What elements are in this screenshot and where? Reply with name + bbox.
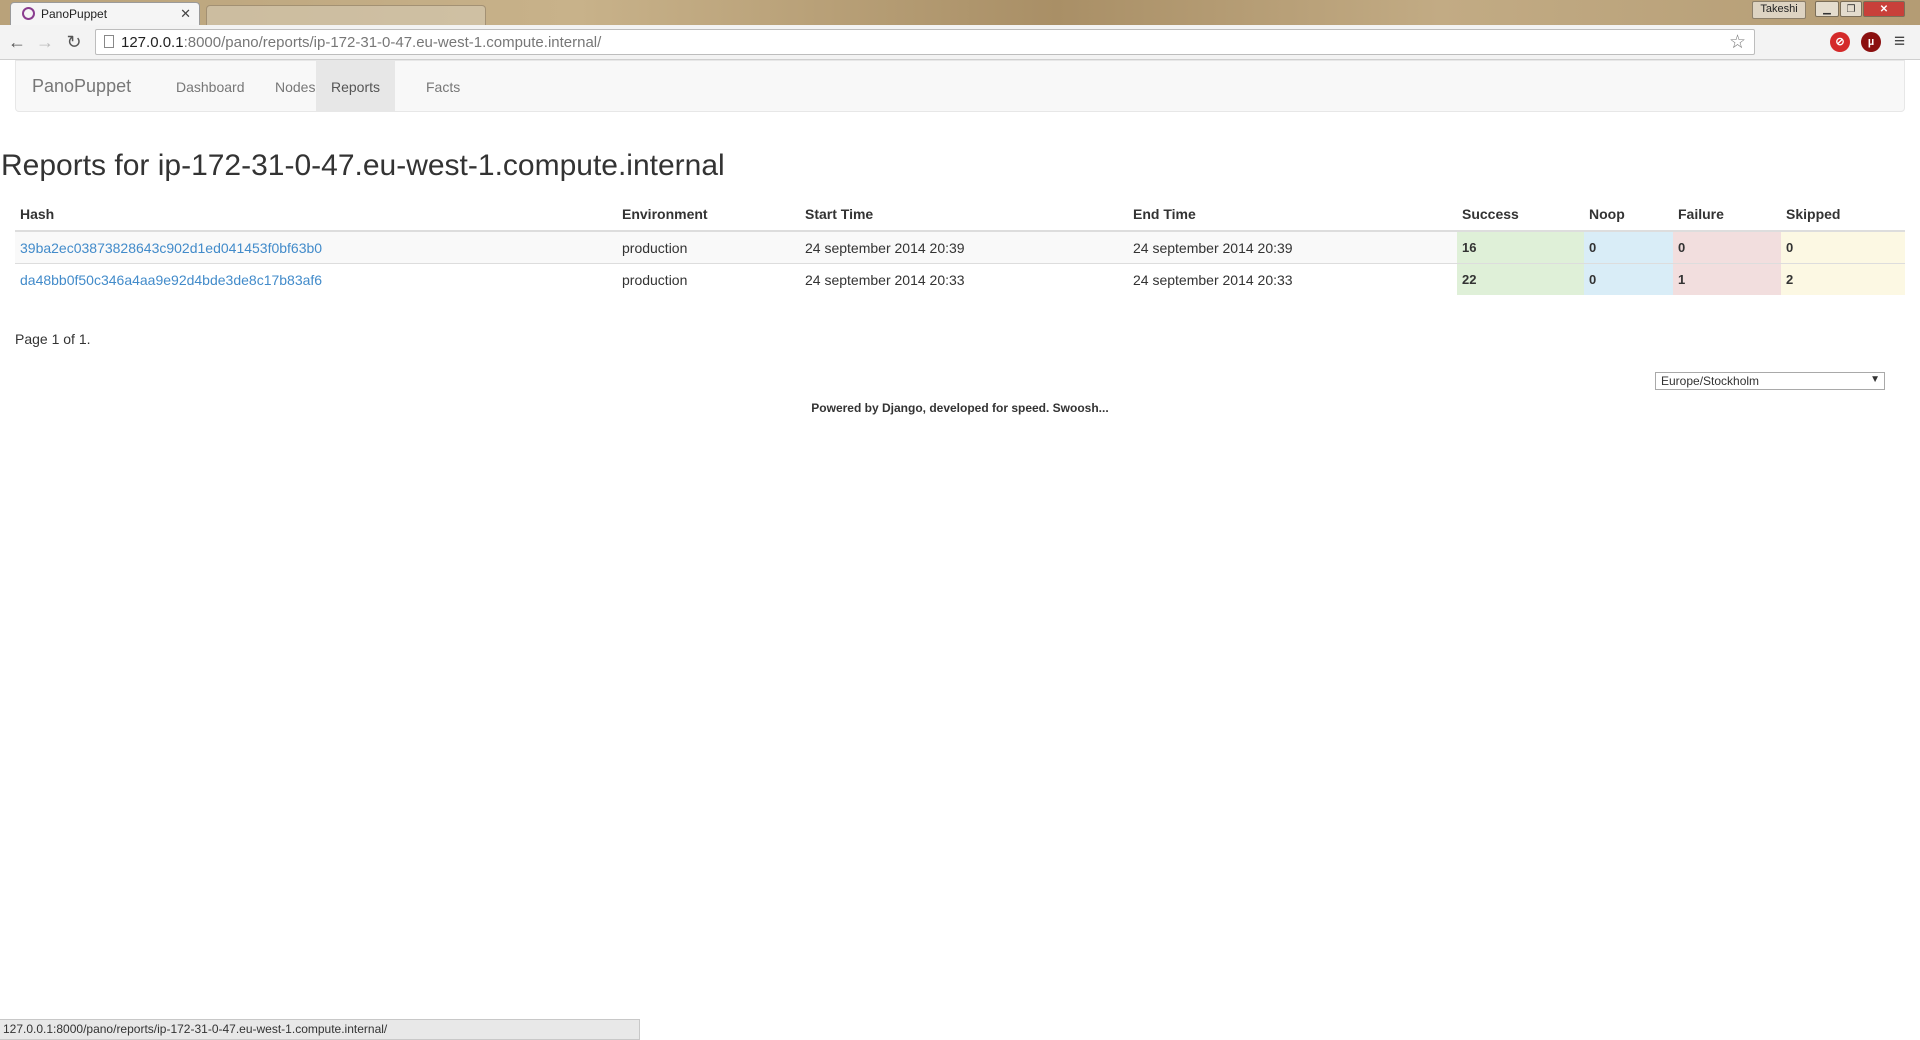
cell-skipped: 2 <box>1781 263 1905 295</box>
table-row: da48bb0f50c346a4aa9e92d4bde3de8c17b83af6… <box>15 263 1905 295</box>
timezone-select[interactable]: Europe/Stockholm ▼ <box>1655 372 1885 390</box>
brand-link[interactable]: PanoPuppet <box>32 76 131 97</box>
pagination-text: Page 1 of 1. <box>15 331 91 347</box>
nav-dashboard[interactable]: Dashboard <box>161 61 260 111</box>
tab-title: PanoPuppet <box>41 7 108 21</box>
bookmark-star-icon[interactable]: ☆ <box>1729 31 1746 54</box>
reports-table: Hash Environment Start Time End Time Suc… <box>15 198 1905 295</box>
profile-badge[interactable]: Takeshi <box>1752 1 1806 19</box>
cell-success: 22 <box>1457 263 1584 295</box>
table-header-row: Hash Environment Start Time End Time Suc… <box>15 198 1905 232</box>
top-navbar: PanoPuppet Dashboard Nodes Reports Facts <box>15 60 1905 112</box>
extension-icon[interactable]: ⊘ <box>1830 32 1850 52</box>
header-skipped: Skipped <box>1781 198 1905 232</box>
back-arrow-icon[interactable]: ← <box>6 31 28 53</box>
browser-toolbar: ← → ↻ 127.0.0.1:8000/pano/reports/ip-172… <box>0 25 1920 60</box>
nav-reports[interactable]: Reports <box>316 61 396 111</box>
page-icon <box>104 35 114 48</box>
window-titlebar: PanoPuppet ✕ Takeshi ▁ ❐ ✕ <box>0 0 1920 25</box>
chrome-menu-icon[interactable]: ≡ <box>1894 31 1905 53</box>
address-url[interactable]: 127.0.0.1:8000/pano/reports/ip-172-31-0-… <box>121 34 601 51</box>
panopuppet-favicon-icon <box>22 7 35 20</box>
header-end-time: End Time <box>1128 198 1457 232</box>
cell-failure: 1 <box>1673 263 1781 295</box>
forward-arrow-icon[interactable]: → <box>34 31 56 53</box>
header-environment: Environment <box>617 198 800 232</box>
cell-end-time: 24 september 2014 20:39 <box>1128 230 1457 264</box>
cell-noop: 0 <box>1584 263 1673 295</box>
cell-start-time: 24 september 2014 20:39 <box>800 230 1128 264</box>
header-success: Success <box>1457 198 1584 232</box>
minimize-icon[interactable]: ▁ <box>1815 1 1839 17</box>
cell-environment: production <box>617 263 800 295</box>
tab-background[interactable] <box>206 5 486 25</box>
cell-start-time: 24 september 2014 20:33 <box>800 263 1128 295</box>
page-title: Reports for ip-172-31-0-47.eu-west-1.com… <box>1 149 725 182</box>
cell-environment: production <box>617 230 800 264</box>
footer-text: Powered by Django, developed for speed. … <box>811 401 1109 415</box>
reload-icon[interactable]: ↻ <box>63 31 85 53</box>
cell-noop: 0 <box>1584 230 1673 264</box>
maximize-icon[interactable]: ❐ <box>1840 1 1862 17</box>
header-noop: Noop <box>1584 198 1673 232</box>
window-close-icon[interactable]: ✕ <box>1863 1 1905 17</box>
cell-failure: 0 <box>1673 230 1781 264</box>
chevron-down-icon: ▼ <box>1870 374 1880 385</box>
cell-skipped: 0 <box>1781 230 1905 264</box>
report-hash-link[interactable]: 39ba2ec03873828643c902d1ed041453f0bf63b0 <box>20 240 322 256</box>
status-bar-url: 127.0.0.1:8000/pano/reports/ip-172-31-0-… <box>0 1019 640 1040</box>
header-hash: Hash <box>15 198 617 232</box>
header-failure: Failure <box>1673 198 1781 232</box>
report-hash-link[interactable]: da48bb0f50c346a4aa9e92d4bde3de8c17b83af6 <box>20 272 322 288</box>
timezone-selected-value: Europe/Stockholm <box>1661 374 1760 388</box>
nav-facts[interactable]: Facts <box>411 61 475 111</box>
address-bar[interactable]: 127.0.0.1:8000/pano/reports/ip-172-31-0-… <box>95 29 1755 55</box>
tab-close-icon[interactable]: ✕ <box>180 6 191 22</box>
header-start-time: Start Time <box>800 198 1128 232</box>
tab-panopuppet[interactable]: PanoPuppet ✕ <box>10 2 200 25</box>
cell-success: 16 <box>1457 230 1584 264</box>
table-row: 39ba2ec03873828643c902d1ed041453f0bf63b0… <box>15 230 1905 264</box>
cell-end-time: 24 september 2014 20:33 <box>1128 263 1457 295</box>
ublock-extension-icon[interactable]: µ <box>1861 32 1881 52</box>
